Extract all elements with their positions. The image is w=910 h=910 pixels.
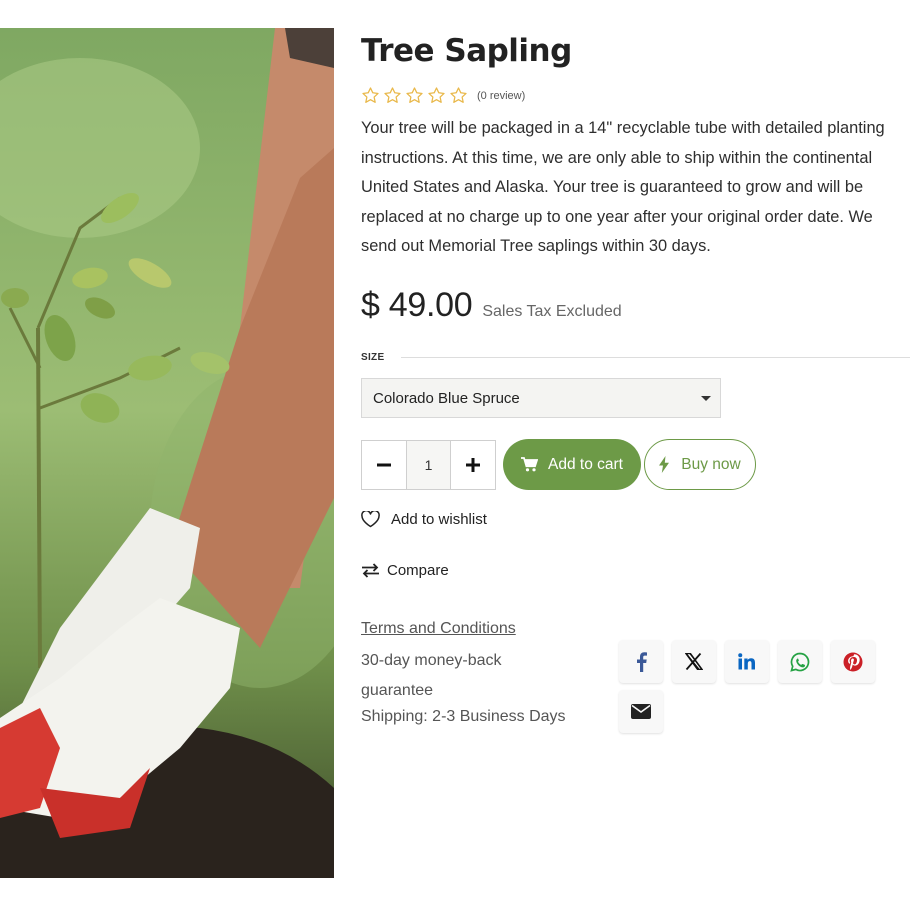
product-price: $ 49.00 xyxy=(361,286,473,324)
share-pinterest-button[interactable] xyxy=(831,640,875,683)
add-to-cart-label: Add to cart xyxy=(548,455,623,473)
quantity-stepper: 1 xyxy=(361,440,496,490)
star-icon xyxy=(428,87,445,103)
product-description: Your tree will be packaged in a 14" recy… xyxy=(361,119,885,256)
linkedin-icon xyxy=(738,653,755,670)
pinterest-icon xyxy=(843,652,863,671)
divider xyxy=(401,357,910,358)
star-icon xyxy=(450,87,467,103)
price-row: $ 49.00 Sales Tax Excluded xyxy=(361,286,622,325)
size-label: SIZE xyxy=(361,352,385,363)
shipping-text: Shipping: 2-3 Business Days xyxy=(361,708,566,725)
product-title: Tree Sapling xyxy=(361,33,572,69)
share-linkedin-button[interactable] xyxy=(725,640,769,683)
quantity-input[interactable]: 1 xyxy=(406,441,451,489)
minus-icon xyxy=(377,463,391,467)
star-icon xyxy=(362,87,379,103)
quantity-decrease-button[interactable] xyxy=(362,441,406,489)
quantity-increase-button[interactable] xyxy=(451,441,495,489)
tax-note: Sales Tax Excluded xyxy=(482,303,622,320)
buy-now-button[interactable]: Buy now xyxy=(644,439,756,490)
x-icon xyxy=(685,653,703,670)
chevron-down-icon xyxy=(701,396,711,401)
whatsapp-icon xyxy=(790,652,810,672)
size-header: SIZE xyxy=(361,352,910,363)
plus-icon xyxy=(466,458,480,472)
add-to-wishlist-link[interactable]: Add to wishlist xyxy=(361,511,487,528)
size-select-value: Colorado Blue Spruce xyxy=(373,389,520,407)
star-icon xyxy=(384,87,401,103)
facebook-icon xyxy=(636,651,647,672)
compare-link[interactable]: Compare xyxy=(361,562,449,579)
share-email-button[interactable] xyxy=(619,690,663,733)
compare-label: Compare xyxy=(387,562,449,579)
wishlist-label: Add to wishlist xyxy=(391,511,487,528)
share-x-button[interactable] xyxy=(672,640,716,683)
size-select[interactable]: Colorado Blue Spruce xyxy=(361,378,721,418)
buy-now-label: Buy now xyxy=(681,455,741,473)
add-to-cart-button[interactable]: Add to cart xyxy=(503,439,641,490)
star-rating xyxy=(361,86,468,105)
product-image xyxy=(0,28,334,878)
guarantee-text: 30-day money-back guarantee xyxy=(361,652,502,699)
product-rating: (0 review) xyxy=(361,86,525,105)
star-icon xyxy=(406,87,423,103)
cart-icon xyxy=(521,457,539,472)
terms-link[interactable]: Terms and Conditions xyxy=(361,620,516,638)
review-count[interactable]: (0 review) xyxy=(477,90,525,102)
compare-arrows-icon xyxy=(362,563,379,578)
share-facebook-button[interactable] xyxy=(619,640,663,683)
lightning-icon xyxy=(659,456,670,473)
heart-icon xyxy=(361,511,380,528)
email-icon xyxy=(631,704,651,719)
share-whatsapp-button[interactable] xyxy=(778,640,822,683)
